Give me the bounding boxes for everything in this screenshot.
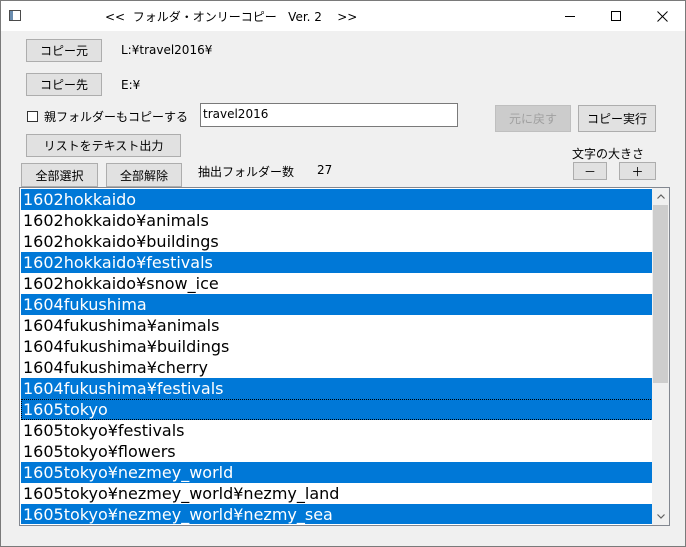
list-item[interactable]: 1605tokyo¥nezmey_world — [21, 462, 653, 483]
list-item[interactable]: 1604fukushima — [21, 294, 653, 315]
maximize-button[interactable] — [593, 1, 639, 31]
list-item[interactable]: 1604fukushima¥buildings — [21, 336, 653, 357]
client-area: コピー元 L:¥travel2016¥ コピー先 E:¥ 親フォルダーもコピーす… — [1, 31, 685, 546]
minimize-icon — [565, 16, 575, 17]
execute-copy-button[interactable]: コピー実行 — [578, 105, 656, 132]
font-larger-button[interactable]: ＋ — [619, 162, 656, 180]
window-title: << フォルダ・オンリーコピー Ver. 2 >> — [105, 10, 358, 24]
app-icon[interactable] — [9, 10, 21, 21]
chevron-up-icon — [656, 194, 665, 199]
chevron-down-icon — [656, 514, 665, 519]
list-item[interactable]: 1604fukushima¥festivals — [21, 378, 653, 399]
copy-dest-path: E:¥ — [121, 78, 141, 92]
maximize-icon — [611, 11, 621, 21]
font-size-label: 文字の大きさ — [572, 147, 645, 161]
title-bar[interactable]: << フォルダ・オンリーコピー Ver. 2 >> — [1, 1, 685, 31]
parent-folder-name-field[interactable]: travel2016 — [200, 103, 458, 127]
app-window: << フォルダ・オンリーコピー Ver. 2 >> コピー元 L:¥travel… — [0, 0, 686, 547]
font-smaller-button[interactable]: － — [573, 162, 607, 180]
close-button[interactable] — [639, 1, 685, 31]
select-all-button[interactable]: 全部選択 — [21, 163, 98, 187]
folder-list: 1602hokkaido 1602hokkaido¥animals 1602hokk… — [21, 189, 653, 524]
scroll-down-button[interactable] — [652, 508, 669, 525]
export-list-button[interactable]: リストをテキスト出力 — [26, 134, 181, 157]
undo-button[interactable]: 元に戻す — [495, 105, 571, 132]
list-item[interactable]: 1602hokkaido¥snow_ice — [21, 273, 653, 294]
parent-folder-checkbox[interactable] — [27, 111, 38, 122]
copy-dest-button[interactable]: コピー先 — [26, 73, 102, 96]
close-icon — [656, 10, 668, 22]
list-item[interactable]: 1604fukushima¥cherry — [21, 357, 653, 378]
copy-source-path: L:¥travel2016¥ — [121, 43, 213, 57]
list-item[interactable]: 1605tokyo — [21, 399, 653, 420]
list-item[interactable]: 1602hokkaido¥animals — [21, 210, 653, 231]
scroll-up-button[interactable] — [652, 188, 669, 205]
list-item[interactable]: 1605tokyo¥festivals — [21, 420, 653, 441]
list-item[interactable]: 1602hokkaido¥buildings — [21, 231, 653, 252]
minimize-button[interactable] — [547, 1, 593, 31]
scroll-thumb[interactable] — [653, 205, 668, 383]
deselect-all-button[interactable]: 全部解除 — [106, 163, 182, 187]
copy-source-button[interactable]: コピー元 — [26, 39, 102, 62]
folder-count-label: 抽出フォルダー数 — [198, 165, 295, 179]
parent-folder-checkbox-label: 親フォルダーもコピーする — [44, 110, 189, 124]
vertical-scrollbar[interactable] — [652, 188, 669, 525]
list-item[interactable]: 1604fukushima¥animals — [21, 315, 653, 336]
list-item[interactable]: 1605tokyo¥nezmey_world¥nezmy_sea — [21, 504, 653, 524]
list-item[interactable]: 1602hokkaido — [21, 189, 653, 210]
list-item[interactable]: 1605tokyo¥nezmey_world¥nezmy_land — [21, 483, 653, 504]
folder-count-value: 27 — [317, 163, 333, 177]
list-item[interactable]: 1605tokyo¥flowers — [21, 441, 653, 462]
list-item[interactable]: 1602hokkaido¥festivals — [21, 252, 653, 273]
folder-listbox[interactable]: 1602hokkaido 1602hokkaido¥animals 1602hokk… — [19, 187, 670, 526]
